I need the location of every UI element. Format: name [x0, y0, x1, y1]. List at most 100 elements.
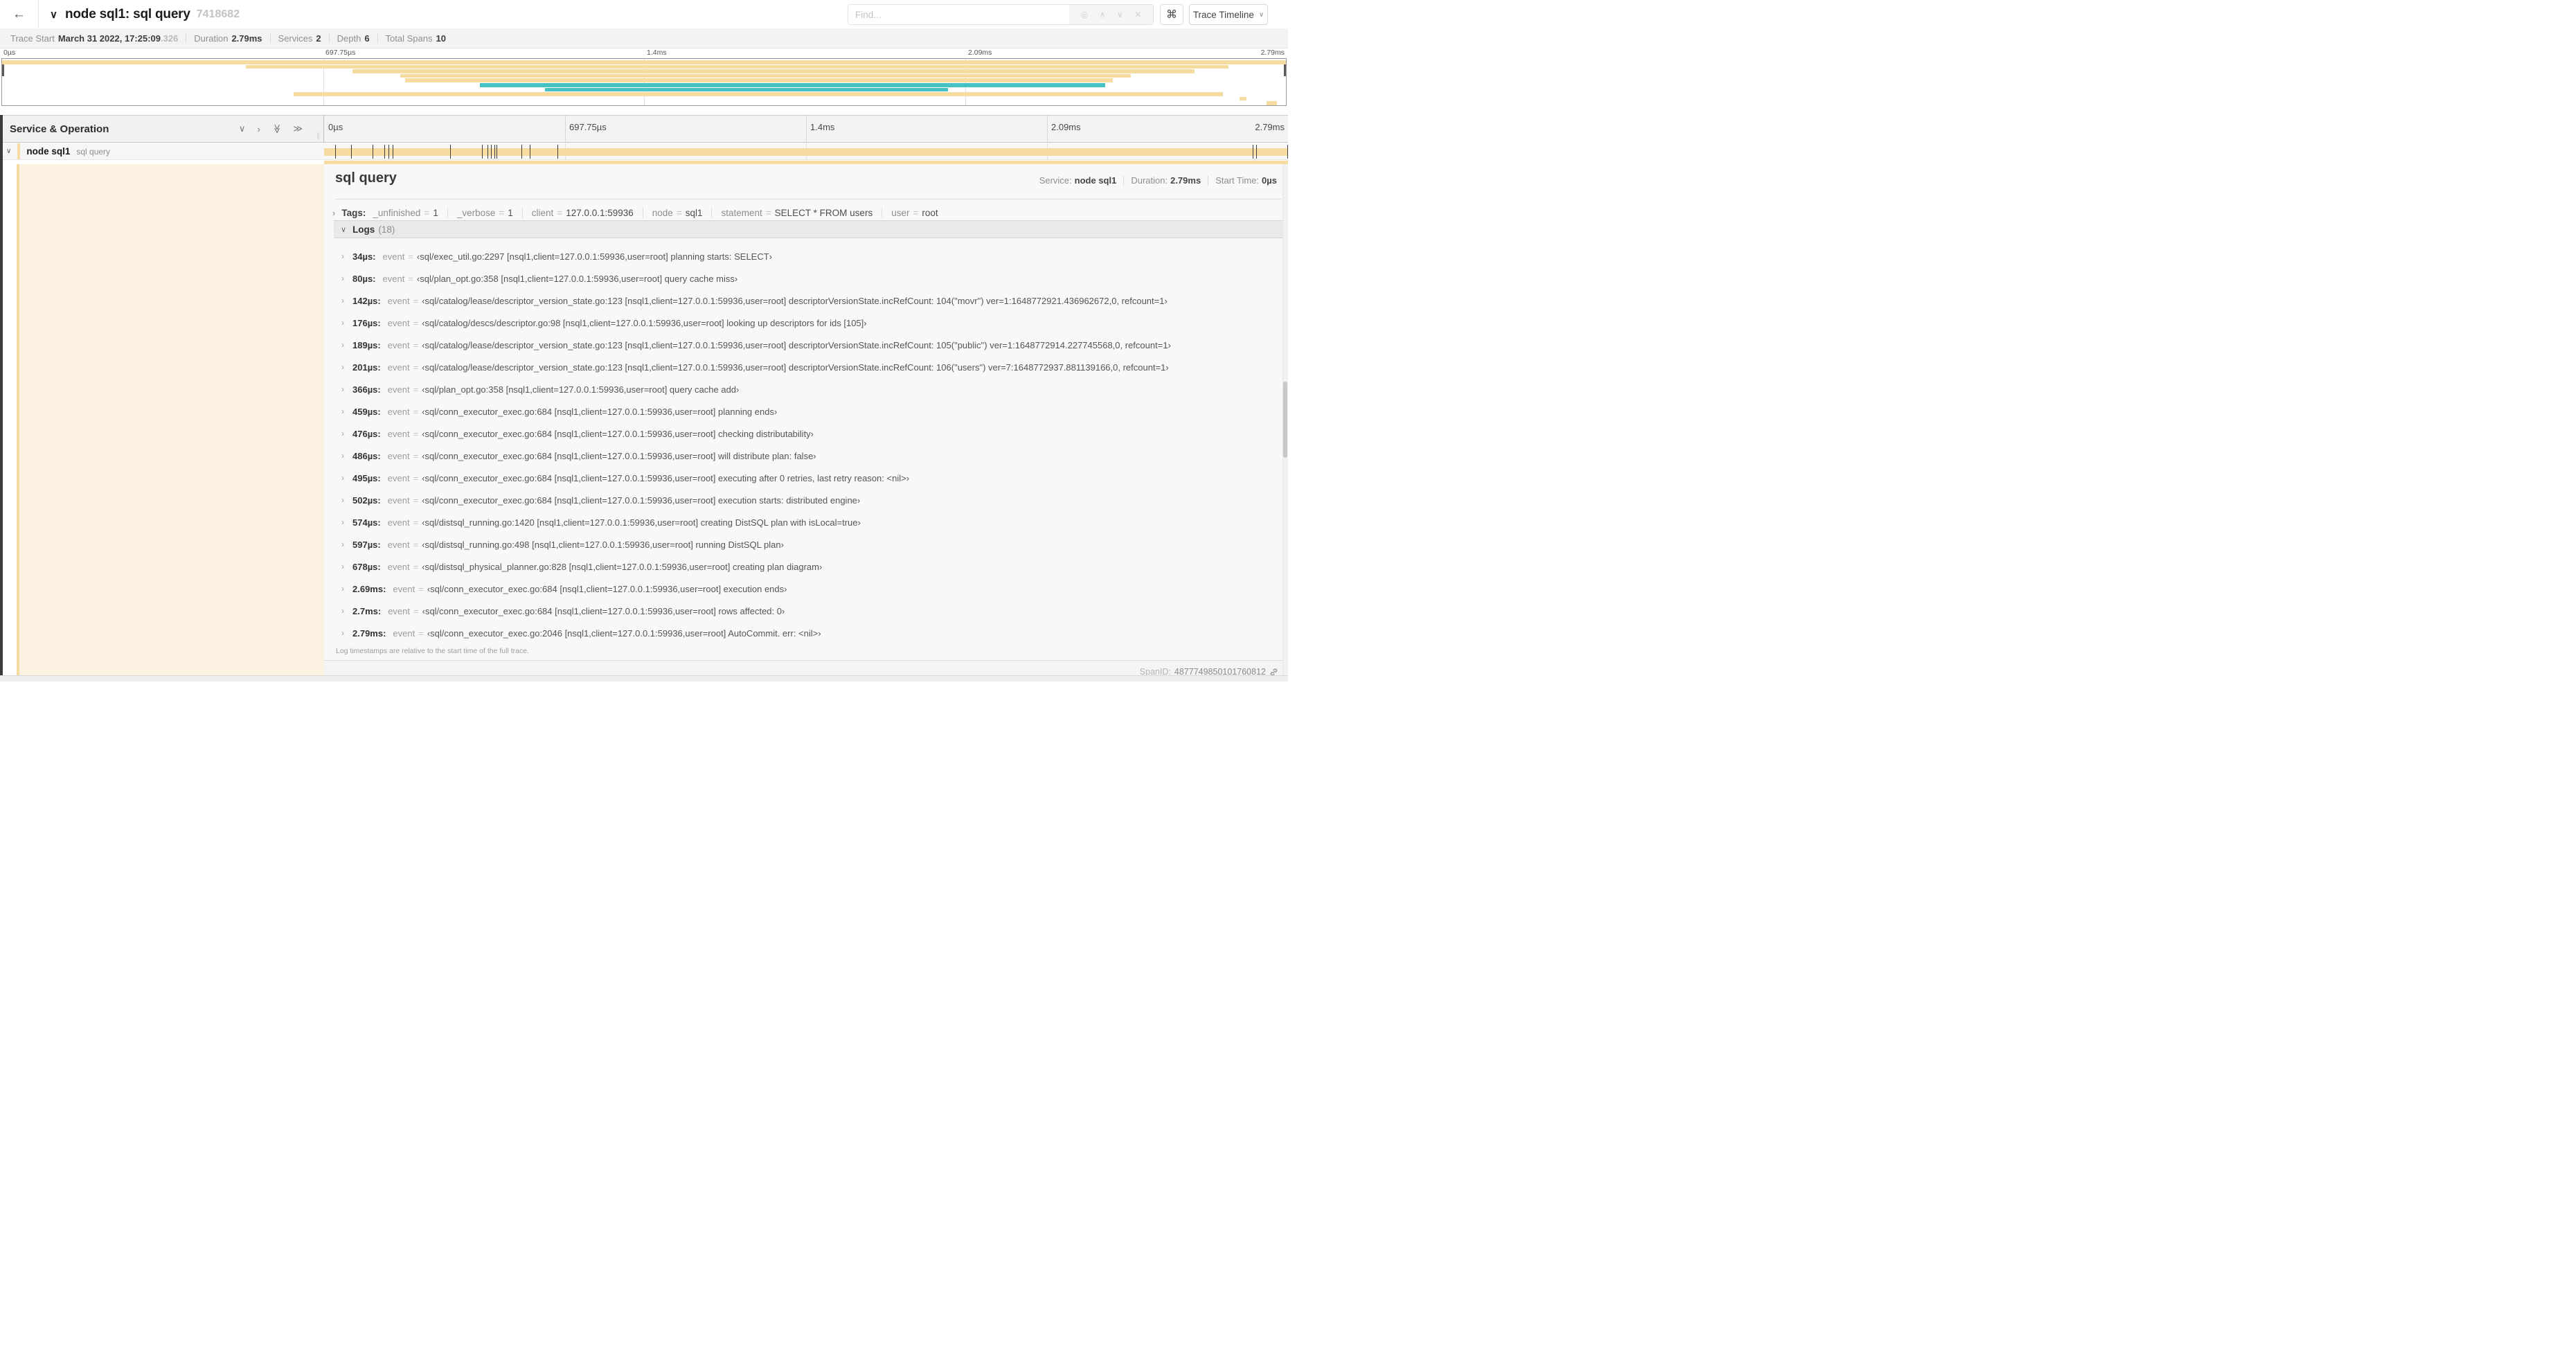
- log-field-value: ‹sql/distsql_running.go:1420 [nsql1,clie…: [422, 517, 861, 528]
- trace-start-value: March 31 2022, 17:25:09: [57, 33, 161, 44]
- scrollbar-thumb[interactable]: [1283, 382, 1287, 458]
- log-timestamp: 459µs:: [352, 406, 381, 417]
- log-entry-row[interactable]: › 2.69ms: event = ‹sql/conn_executor_exec.go…: [334, 578, 1283, 600]
- vertical-scrollbar[interactable]: [1282, 164, 1288, 675]
- log-entry-row[interactable]: › 2.7ms: event = ‹sql/conn_executor_exec.go:…: [334, 600, 1283, 622]
- log-field-key: event: [387, 539, 410, 550]
- tag-key: statement: [721, 207, 762, 218]
- equals-sign: =: [413, 428, 419, 439]
- log-entry-row[interactable]: › 486µs: event = ‹sql/conn_executor_exec.go:…: [334, 445, 1283, 467]
- log-field-key: event: [387, 450, 410, 461]
- start-time-label: Start Time:: [1215, 175, 1260, 186]
- minimap-drag-handle-left[interactable]: [2, 64, 4, 76]
- equals-sign: =: [413, 384, 419, 395]
- equals-sign: =: [408, 273, 413, 284]
- span-log-tick[interactable]: [449, 145, 451, 159]
- duration-label: Duration: [194, 33, 229, 44]
- span-log-tick[interactable]: [521, 145, 523, 159]
- span-row-bar-cell[interactable]: [324, 143, 1288, 159]
- column-resizer-handle[interactable]: ∥: [316, 132, 320, 140]
- collapse-one-icon[interactable]: ∨: [239, 123, 246, 134]
- span-log-tick[interactable]: [1256, 145, 1258, 159]
- span-id-row: SpanID: 4877749850101760812: [1140, 667, 1278, 675]
- span-log-tick[interactable]: [334, 145, 336, 159]
- span-log-tick[interactable]: [1287, 145, 1288, 159]
- log-timestamp: 2.79ms:: [352, 627, 386, 639]
- log-entry-row[interactable]: › 574µs: event = ‹sql/distsql_running.go:142…: [334, 511, 1283, 533]
- span-log-tick[interactable]: [494, 145, 495, 159]
- span-collapse-icon[interactable]: ∨: [6, 148, 11, 155]
- log-timestamp: 201µs:: [352, 362, 381, 373]
- log-field-key: event: [387, 362, 410, 373]
- log-entry-row[interactable]: › 189µs: event = ‹sql/catalog/lease/descript…: [334, 334, 1283, 356]
- locate-icon[interactable]: ◎: [1081, 10, 1088, 19]
- log-entry-row[interactable]: › 678µs: event = ‹sql/distsql_physical_plann…: [334, 555, 1283, 578]
- span-duration-bar[interactable]: [324, 148, 1288, 156]
- tag-item: statement = SELECT * FROM users: [711, 207, 882, 218]
- log-entry-row[interactable]: › 176µs: event = ‹sql/catalog/descs/descript…: [334, 312, 1283, 334]
- tag-value: 1: [508, 207, 513, 218]
- link-icon[interactable]: [1269, 668, 1278, 676]
- prev-result-icon[interactable]: ∧: [1100, 10, 1106, 19]
- log-entry-row[interactable]: › 2.79ms: event = ‹sql/conn_executor_exec.go…: [334, 622, 1283, 644]
- back-button[interactable]: ←: [0, 0, 39, 28]
- span-service-name[interactable]: node sql1: [26, 146, 70, 157]
- trace-view-selector[interactable]: Trace Timeline ∨: [1189, 4, 1268, 25]
- log-entry-row[interactable]: › 80µs: event = ‹sql/plan_opt.go:358 [nsql1,…: [334, 267, 1283, 289]
- log-field-key: event: [382, 251, 405, 262]
- collapse-trace-icon[interactable]: ∨: [50, 8, 57, 21]
- span-log-tick[interactable]: [350, 145, 352, 159]
- find-input[interactable]: [848, 5, 1069, 24]
- equals-sign: =: [413, 295, 419, 306]
- span-log-tick[interactable]: [557, 145, 559, 159]
- left-edge-scrollbar[interactable]: [0, 115, 3, 682]
- log-timestamp: 34µs:: [352, 251, 376, 262]
- log-field-value: ‹sql/conn_executor_exec.go:684 [nsql1,cl…: [422, 406, 778, 417]
- span-row: ∨ node sql1 sql query: [0, 143, 1288, 160]
- divider: [377, 33, 378, 43]
- span-detail-panel: sql query Service: node sql1 Duration: 2.7…: [324, 164, 1288, 675]
- log-timestamp: 176µs:: [352, 317, 381, 328]
- log-entry-row[interactable]: › 201µs: event = ‹sql/catalog/lease/descript…: [334, 356, 1283, 378]
- log-timestamp: 597µs:: [352, 539, 381, 550]
- expand-one-icon[interactable]: ›: [257, 124, 260, 134]
- log-entry-row[interactable]: › 459µs: event = ‹sql/conn_executor_exec.go:…: [334, 400, 1283, 422]
- log-field-value: ‹sql/catalog/lease/descriptor_version_st…: [422, 339, 1171, 350]
- log-timestamp: 574µs:: [352, 517, 381, 528]
- tags-section[interactable]: › Tags: _unfinished = 1 _verbose = 1 client = 12…: [332, 205, 947, 220]
- span-log-tick[interactable]: [384, 145, 385, 159]
- chevron-right-icon: ›: [341, 451, 344, 461]
- span-log-tick[interactable]: [482, 145, 483, 159]
- log-entry-row[interactable]: › 476µs: event = ‹sql/conn_executor_exec.go:…: [334, 422, 1283, 445]
- log-field-value: ‹sql/conn_executor_exec.go:684 [nsql1,cl…: [422, 428, 814, 439]
- clear-search-icon[interactable]: ✕: [1134, 10, 1141, 19]
- minimap-span-bar: [293, 92, 1224, 96]
- log-entry-row[interactable]: › 597µs: event = ‹sql/distsql_running.go:498…: [334, 533, 1283, 555]
- log-timestamp: 142µs:: [352, 295, 381, 306]
- chevron-right-icon: ›: [341, 251, 344, 261]
- log-field-value: ‹sql/catalog/descs/descriptor.go:98 [nsq…: [422, 317, 867, 328]
- logs-section-header[interactable]: ∨ Logs (18): [334, 220, 1283, 238]
- minimap-drag-handle-right[interactable]: [1284, 64, 1286, 76]
- log-entry-row[interactable]: › 502µs: event = ‹sql/conn_executor_exec.go:…: [334, 489, 1283, 511]
- command-icon: ⌘: [1166, 9, 1177, 21]
- detail-operation-title: sql query: [335, 170, 397, 186]
- span-row-name-cell[interactable]: ∨ node sql1 sql query: [0, 143, 324, 159]
- log-field-key: event: [387, 472, 410, 483]
- log-entry-row[interactable]: › 34µs: event = ‹sql/exec_util.go:2297 [nsql…: [334, 245, 1283, 267]
- log-entry-row[interactable]: › 366µs: event = ‹sql/plan_opt.go:358 [nsql1…: [334, 378, 1283, 400]
- span-log-tick[interactable]: [491, 145, 492, 159]
- timeline-header: Service & Operation ∨ › ≫ ≫ ∥ 0µs 697.75…: [0, 115, 1288, 143]
- chevron-right-icon: ›: [341, 318, 344, 328]
- span-log-tick[interactable]: [388, 145, 390, 159]
- log-timestamp: 678µs:: [352, 561, 381, 572]
- trace-minimap[interactable]: [1, 58, 1287, 106]
- ruler-tick-label: 1.4ms: [810, 122, 835, 132]
- next-result-icon[interactable]: ∨: [1117, 10, 1123, 19]
- log-entry-row[interactable]: › 142µs: event = ‹sql/catalog/lease/descript…: [334, 289, 1283, 312]
- log-entry-row[interactable]: › 495µs: event = ‹sql/conn_executor_exec.go:…: [334, 467, 1283, 489]
- collapse-all-icon[interactable]: ≫: [271, 124, 283, 134]
- log-field-key: event: [387, 517, 410, 528]
- expand-all-icon[interactable]: ≫: [293, 123, 303, 134]
- keyboard-shortcuts-button[interactable]: ⌘: [1160, 4, 1183, 25]
